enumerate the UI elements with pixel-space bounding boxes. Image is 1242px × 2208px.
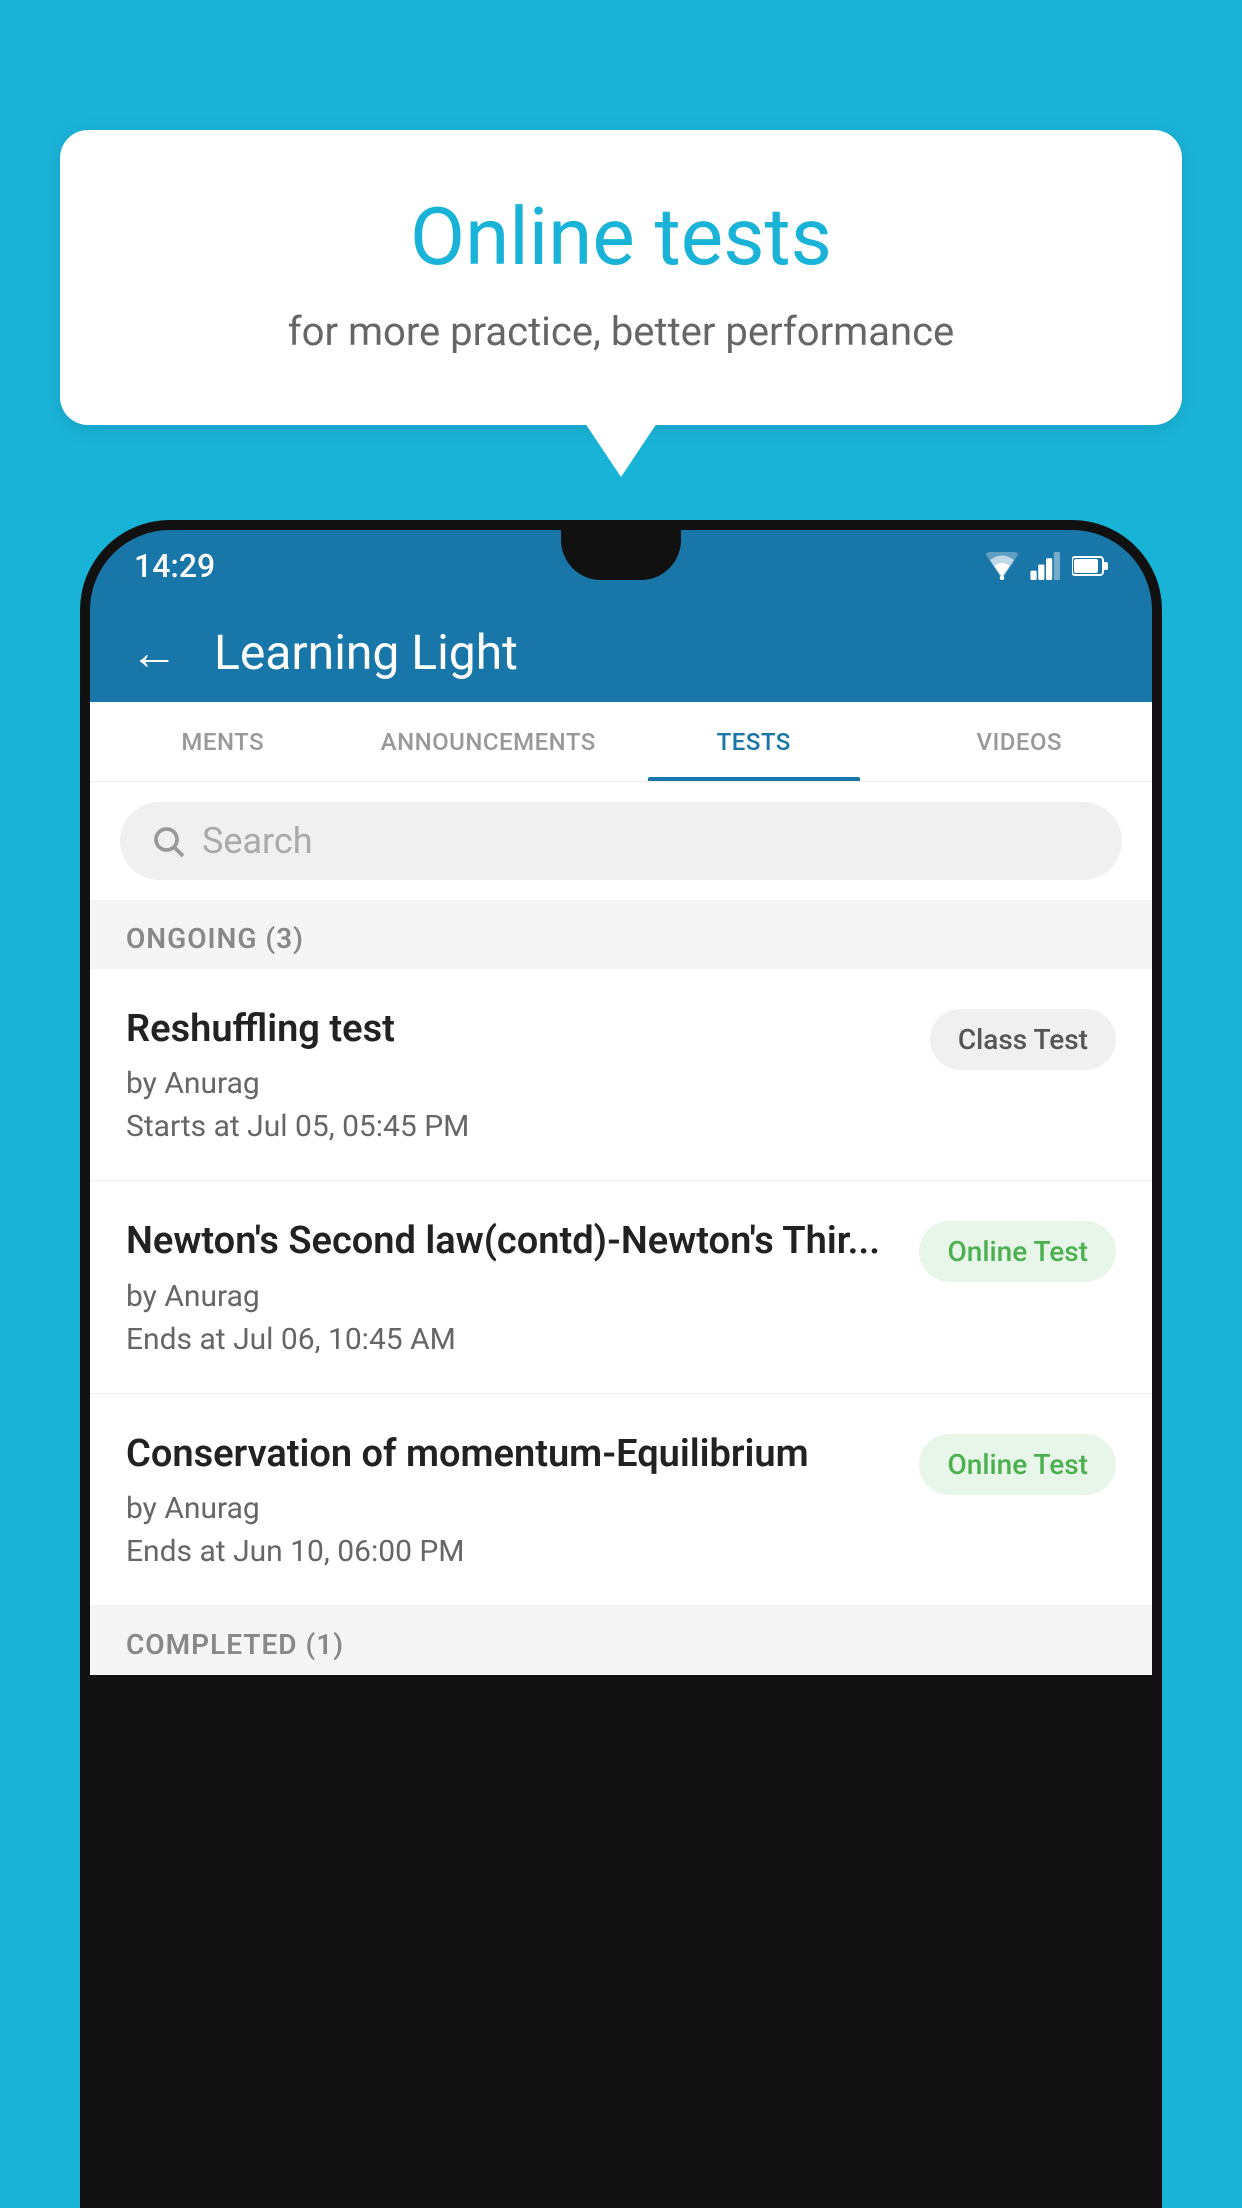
bubble-title: Online tests — [140, 190, 1102, 284]
phone-inner: 14:29 — [90, 530, 1152, 2208]
tab-announcements[interactable]: ANNOUNCEMENTS — [356, 702, 622, 781]
test-time: Starts at Jul 05, 05:45 PM — [126, 1109, 910, 1144]
test-badge-online: Online Test — [919, 1434, 1116, 1495]
back-button[interactable]: ← — [130, 624, 178, 681]
test-by: by Anurag — [126, 1279, 899, 1314]
test-time: Ends at Jun 10, 06:00 PM — [126, 1534, 899, 1569]
test-by: by Anurag — [126, 1491, 899, 1526]
test-list: Reshuffling test by Anurag Starts at Jul… — [90, 969, 1152, 1606]
ongoing-section-header: ONGOING (3) — [90, 900, 1152, 969]
tab-tests[interactable]: TESTS — [621, 702, 887, 781]
notch — [561, 530, 681, 580]
signal-icon — [1030, 552, 1062, 580]
status-icons — [984, 552, 1108, 580]
speech-bubble-section: Online tests for more practice, better p… — [60, 130, 1182, 425]
screen-content: Search ONGOING (3) Reshuffling test by A… — [90, 782, 1152, 1675]
tab-assignments[interactable]: MENTS — [90, 702, 356, 781]
tab-bar: MENTS ANNOUNCEMENTS TESTS VIDEOS — [90, 702, 1152, 782]
search-placeholder: Search — [202, 820, 313, 862]
status-time: 14:29 — [134, 547, 215, 585]
search-input-wrap[interactable]: Search — [120, 802, 1122, 880]
test-name: Conservation of momentum-Equilibrium — [126, 1430, 899, 1479]
speech-bubble: Online tests for more practice, better p… — [60, 130, 1182, 425]
ongoing-label: ONGOING (3) — [126, 922, 304, 955]
test-item[interactable]: Newton's Second law(contd)-Newton's Thir… — [90, 1181, 1152, 1393]
test-item[interactable]: Reshuffling test by Anurag Starts at Jul… — [90, 969, 1152, 1181]
test-name: Reshuffling test — [126, 1005, 910, 1054]
test-badge-class: Class Test — [930, 1009, 1116, 1070]
search-icon — [150, 823, 186, 859]
test-name: Newton's Second law(contd)-Newton's Thir… — [126, 1217, 899, 1266]
app-title: Learning Light — [214, 624, 518, 681]
app-header: ← Learning Light — [90, 602, 1152, 702]
status-bar: 14:29 — [90, 530, 1152, 602]
test-item[interactable]: Conservation of momentum-Equilibrium by … — [90, 1394, 1152, 1606]
test-time: Ends at Jul 06, 10:45 AM — [126, 1322, 899, 1357]
test-by: by Anurag — [126, 1066, 910, 1101]
search-bar: Search — [90, 782, 1152, 900]
battery-icon — [1072, 555, 1108, 577]
test-info: Newton's Second law(contd)-Newton's Thir… — [126, 1217, 919, 1356]
test-info: Conservation of momentum-Equilibrium by … — [126, 1430, 919, 1569]
tab-videos[interactable]: VIDEOS — [887, 702, 1153, 781]
test-info: Reshuffling test by Anurag Starts at Jul… — [126, 1005, 930, 1144]
phone-frame: 14:29 — [80, 520, 1162, 2208]
completed-section-header: COMPLETED (1) — [90, 1606, 1152, 1675]
bubble-subtitle: for more practice, better performance — [140, 308, 1102, 355]
completed-label: COMPLETED (1) — [126, 1628, 344, 1661]
test-badge-online: Online Test — [919, 1221, 1116, 1282]
wifi-icon — [984, 552, 1020, 580]
